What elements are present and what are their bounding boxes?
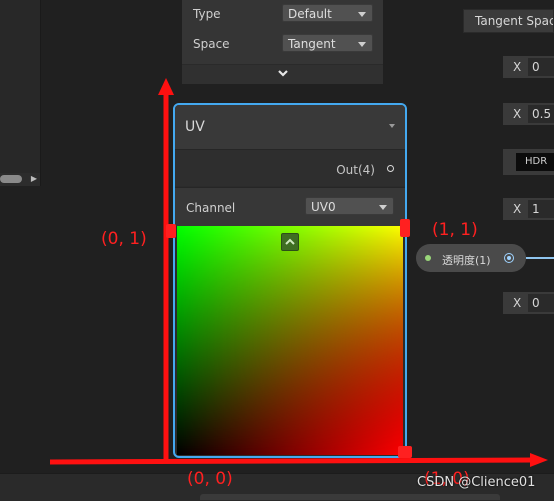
annotation-top-right: (1, 1)	[432, 220, 478, 240]
watermark: CSDN @Clience01	[417, 475, 536, 490]
annotation-top-left: (0, 1)	[101, 229, 147, 249]
annotation-bottom-left: (0, 0)	[187, 469, 233, 489]
uv-axis-annotation	[49, 78, 548, 467]
